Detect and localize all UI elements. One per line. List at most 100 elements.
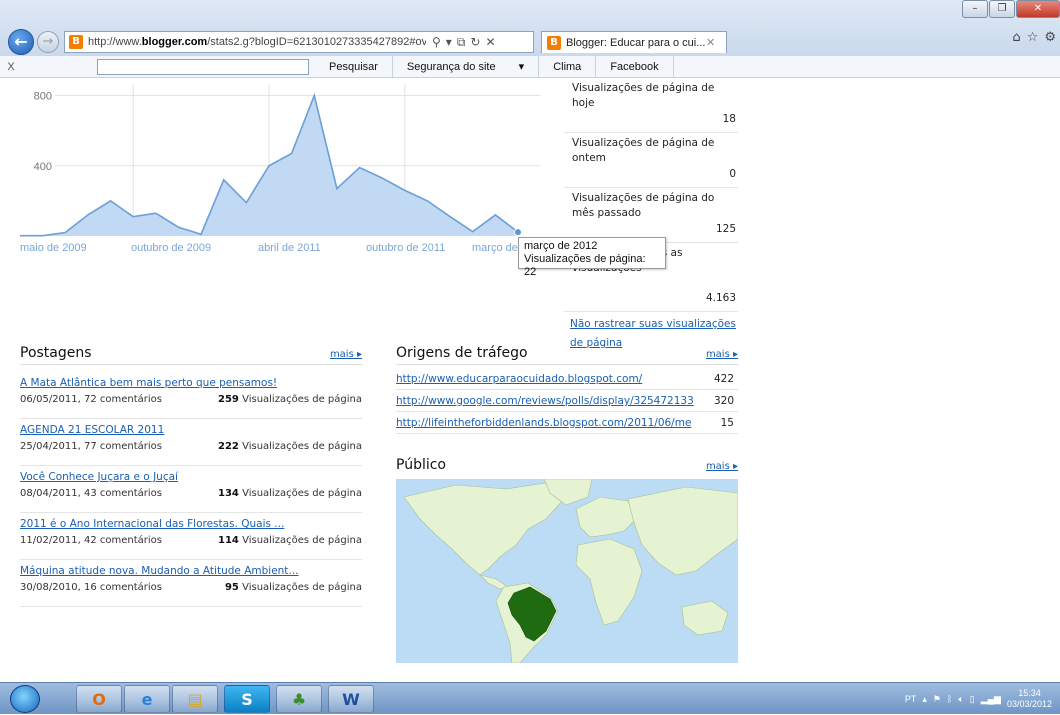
volume-icon[interactable]: 🔈︎ [958,694,963,705]
windows-taskbar: O e ▤ S ♣ W PT ▴ ⚑ ᛒ 🔈︎ ▯ ▂▄▆ 15:34 03/0… [0,682,1060,714]
favorites-star-icon[interactable]: ☆ [1027,30,1039,45]
post-views: 95 Visualizações de página [225,579,362,597]
tab-close-icon[interactable]: ✕ [706,36,715,49]
post-title-link[interactable]: A Mata Atlântica bem mais perto que pens… [20,375,362,391]
audience-world-map[interactable] [396,479,738,663]
minimize-button[interactable]: – [962,0,988,18]
url-text[interactable]: http://www.blogger.com/stats2.g?blogID=6… [88,36,426,48]
clock[interactable]: 15:34 03/03/2012 [1007,688,1052,710]
post-views-count: 259 [218,394,239,405]
language-indicator[interactable]: PT [905,694,917,704]
posts-more-link[interactable]: mais ▸ [330,349,362,360]
system-tray: PT ▴ ⚑ ᛒ 🔈︎ ▯ ▂▄▆ 15:34 03/03/2012 [905,683,1060,715]
word-taskbar-icon[interactable]: W [328,685,374,713]
stat-last-month-value: 125 [715,223,736,235]
post-date-comments: 30/08/2010, 16 comentários [20,582,163,593]
chevron-down-icon: ▾ [518,60,525,73]
toolbar-search-input[interactable] [97,58,309,75]
posts-header: Postagens mais ▸ [20,345,362,365]
search-icon[interactable]: ⚲ [432,35,441,50]
toolbar-search-button[interactable]: Pesquisar [315,55,393,78]
traffic-source-row: http://lifeintheforbiddenlands.blogspot.… [396,412,738,434]
traffic-more-link[interactable]: mais ▸ [706,349,738,360]
tab-title: Blogger: Educar para o cui... [566,36,706,49]
browser-tab[interactable]: B Blogger: Educar para o cui... ✕ [541,31,727,53]
post-title-link[interactable]: AGENDA 21 ESCOLAR 2011 [20,422,362,438]
skype-taskbar-icon[interactable]: S [224,685,270,713]
stat-today: Visualizações de página de hoje 18 [564,78,738,133]
refresh-icon[interactable]: ↻ [470,35,480,50]
post-meta: 30/08/2010, 16 comentários 95 Visualizaçõ… [20,579,362,597]
traffic-source-link[interactable]: http://lifeintheforbiddenlands.blogspot.… [396,412,696,433]
pageviews-chart[interactable]: 800 400 maio de 2009 outubro de 2009 abril d… [0,78,540,258]
post-views-label: Visualizações de página [242,535,362,546]
browser-right-icons: ⌂ ☆ ⚙ [1012,30,1056,45]
site-safety-label: Segurança do site [406,60,496,73]
post-views-label: Visualizações de página [242,582,362,593]
flag-icon[interactable]: ⚑ [933,694,941,705]
map-land-australia [681,600,729,636]
post-title-link[interactable]: Você Conhece Juçara e o Juçaí [20,469,362,485]
chart-x-tick-label: abril de 2011 [258,242,321,254]
post-item: Você Conhece Juçara e o Juçaí 08/04/2011,… [20,466,362,513]
audience-more-link[interactable]: mais ▸ [706,461,738,472]
audience-title: Público [396,457,446,473]
post-meta: 08/04/2011, 43 comentários 134 Visualizaç… [20,485,362,503]
traffic-title: Origens de tráfego [396,345,528,361]
toolbar-weather[interactable]: Clima [539,55,597,78]
clock-date: 03/03/2012 [1006,699,1052,709]
stat-today-label: Visualizações de página de hoje [572,82,715,109]
command-toolbar: X Pesquisar Segurança do site ▾ Clima Fa… [0,55,1060,78]
back-button[interactable]: ← [8,29,34,55]
post-views-count: 114 [218,535,239,546]
show-hidden-icons-icon[interactable]: ▴ [922,694,927,705]
toolbar-facebook[interactable]: Facebook [596,55,674,78]
close-window-button[interactable]: ✕ [1016,0,1060,18]
forward-button[interactable]: → [37,31,59,53]
outlook-taskbar-icon[interactable]: O [76,685,122,713]
stop-icon[interactable]: ✕ [485,35,495,50]
map-land-africa [575,538,643,626]
post-date-comments: 06/05/2011, 72 comentários [20,394,163,405]
start-button[interactable] [10,685,40,713]
chart-x-tick-label: outubro de 2009 [131,242,211,254]
stat-last-month-label: Visualizações de página do mês passado [572,192,715,219]
toolbar-close-icon[interactable]: X [0,61,22,73]
post-views-label: Visualizações de página [242,441,362,452]
tools-gear-icon[interactable]: ⚙ [1044,30,1056,45]
audience-header: Público mais ▸ [396,457,738,476]
traffic-source-link[interactable]: http://www.educarparaocuidado.blogspot.c… [396,368,696,389]
post-title-link[interactable]: 2011 é o Ano Internacional das Florestas… [20,516,362,532]
post-views: 114 Visualizações de página [218,532,362,550]
chart-y-tick-label: 400 [34,161,52,173]
post-title-link[interactable]: Máquina atitude nova. Mudando a Atitude … [20,563,362,579]
bluetooth-icon[interactable]: ᛒ [947,694,952,704]
tooltip-date: março de 2012 [524,240,598,252]
home-icon[interactable]: ⌂ [1012,30,1020,45]
traffic-source-row: http://www.google.com/reviews/polls/disp… [396,390,738,412]
traffic-source-link[interactable]: http://www.google.com/reviews/polls/disp… [396,390,696,411]
blogger-favicon-icon: B [69,35,83,49]
blogger-tab-icon: B [547,35,561,50]
dropdown-arrow-icon[interactable]: ▾ [446,35,452,50]
stat-today-value: 18 [722,113,736,125]
toolbar-site-safety[interactable]: Segurança do site ▾ [393,55,540,78]
network-signal-icon[interactable]: ▂▄▆ [981,694,1001,705]
messenger-taskbar-icon[interactable]: ♣ [276,685,322,713]
internet-explorer-taskbar-icon[interactable]: e [124,685,170,713]
compatibility-view-icon[interactable]: ⧉ [457,35,466,50]
window-controls: – ❐ ✕ [961,0,1060,18]
chart-tooltip: março de 2012 Visualizações de página: 2… [518,237,666,278]
post-views-count: 222 [218,441,239,452]
map-land-asia [627,486,738,576]
post-date-comments: 08/04/2011, 43 comentários [20,488,163,499]
battery-icon[interactable]: ▯ [970,694,975,705]
tooltip-value: Visualizações de página: 22 [524,253,646,278]
file-explorer-taskbar-icon[interactable]: ▤ [172,685,218,713]
map-land-europe [575,496,637,538]
maximize-button[interactable]: ❐ [989,0,1015,18]
post-meta: 25/04/2011, 77 comentários 222 Visualizaç… [20,438,362,456]
traffic-header: Origens de tráfego mais ▸ [396,345,738,365]
browser-titlebar: – ❐ ✕ ← → B http://www.blogger.com/stats… [0,0,1060,56]
address-bar[interactable]: B http://www.blogger.com/stats2.g?blogID… [64,31,534,53]
